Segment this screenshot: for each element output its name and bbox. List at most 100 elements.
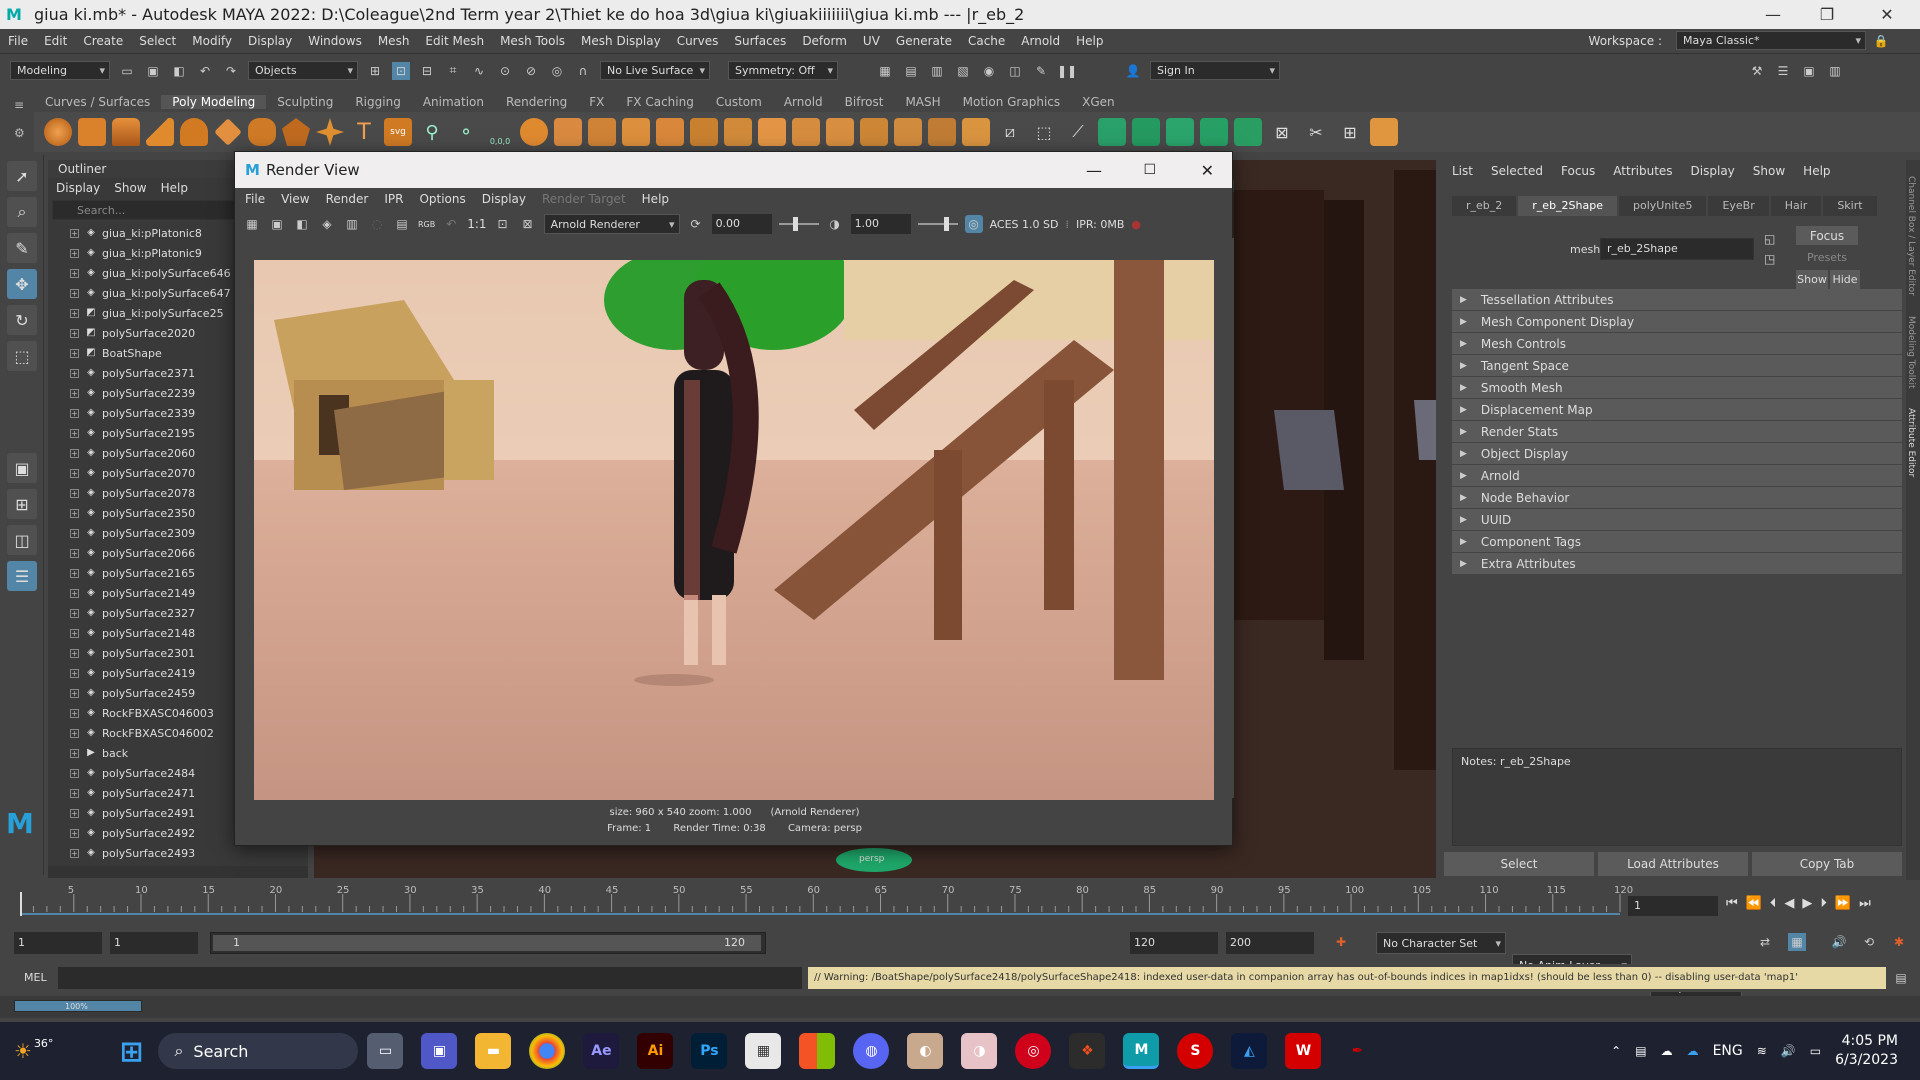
expand-icon[interactable]: +	[70, 488, 79, 498]
rv-menu-help[interactable]: Help	[642, 192, 669, 206]
redo-icon[interactable]: ↷	[222, 62, 240, 80]
render-settings-icon[interactable]: ▧	[954, 62, 972, 80]
menu-mesh-display[interactable]: Mesh Display	[573, 34, 669, 48]
shelf-tab-fx-caching[interactable]: FX Caching	[615, 95, 704, 109]
notes-area[interactable]: Notes: r_eb_2Shape	[1452, 748, 1902, 846]
tray-app-icon[interactable]: ▤	[1635, 1044, 1646, 1058]
attr-tab-r-eb-2shape[interactable]: r_eb_2Shape	[1518, 196, 1617, 216]
attr-section[interactable]: ▶ Mesh Controls	[1452, 333, 1902, 354]
uv-layout-icon[interactable]	[1234, 118, 1262, 146]
combine-icon[interactable]	[520, 118, 548, 146]
hide-button[interactable]: Hide	[1830, 270, 1860, 289]
file-explorer-icon[interactable]: ▬	[475, 1033, 512, 1069]
modeling-toolkit-icon[interactable]: ⚒	[1748, 62, 1766, 80]
live-surface-field[interactable]: No Live Surface	[600, 61, 710, 80]
expand-icon[interactable]: +	[70, 428, 79, 438]
menu-display[interactable]: Display	[240, 34, 300, 48]
render-frame-icon[interactable]: ▦	[876, 62, 894, 80]
teams-icon[interactable]: ▣	[421, 1033, 458, 1069]
new-scene-icon[interactable]: ▭	[118, 62, 136, 80]
expand-icon[interactable]: +	[70, 288, 79, 298]
pdf-icon[interactable]: ✒	[1339, 1033, 1375, 1069]
attr-tab-r-eb-2[interactable]: r_eb_2	[1452, 196, 1517, 216]
play-back-icon[interactable]: ◀	[1784, 896, 1794, 911]
undo-icon[interactable]: ↶	[196, 62, 214, 80]
expand-icon[interactable]: +	[70, 828, 79, 838]
poly-torus-icon[interactable]	[180, 118, 208, 146]
boolean-icon[interactable]	[622, 118, 650, 146]
attr-menu-focus[interactable]: Focus	[1561, 164, 1595, 178]
shelf-tab-poly-modeling[interactable]: Poly Modeling	[161, 95, 267, 109]
minimize-icon[interactable]: —	[1746, 0, 1800, 29]
rotate-tool-icon[interactable]: ↻	[7, 305, 37, 335]
side-tab-attribute-editor[interactable]: Attribute Editor	[1906, 408, 1916, 477]
render-view-icon[interactable]: ▤	[902, 62, 920, 80]
restore-icon[interactable]: ❐	[1800, 0, 1854, 29]
snap-surface-icon[interactable]: ◎	[548, 62, 566, 80]
select-button[interactable]: Select	[1444, 852, 1594, 876]
mel-label[interactable]: MEL	[24, 971, 47, 984]
attr-section[interactable]: ▶ Smooth Mesh	[1452, 377, 1902, 398]
expand-icon[interactable]: +	[70, 528, 79, 538]
rv-menu-file[interactable]: File	[245, 192, 265, 206]
arnold-render-icon[interactable]: ◫	[1006, 62, 1024, 80]
expand-icon[interactable]: +	[70, 648, 79, 658]
wps-icon[interactable]: W	[1285, 1033, 1322, 1069]
chrome-icon[interactable]	[529, 1033, 566, 1069]
attr-section[interactable]: ▶ Extra Attributes	[1452, 553, 1902, 574]
extrude-icon[interactable]	[758, 118, 786, 146]
rv-exposure-icon[interactable]: ⟳	[687, 215, 705, 233]
expand-icon[interactable]: +	[70, 408, 79, 418]
rv-menu-render[interactable]: Render	[326, 192, 369, 206]
tool-settings-icon[interactable]: ▥	[1826, 62, 1844, 80]
menu-curves[interactable]: Curves	[669, 34, 727, 48]
menu-windows[interactable]: Windows	[300, 34, 370, 48]
weather-temp[interactable]: 36°	[34, 1037, 54, 1050]
target-weld-icon[interactable]	[962, 118, 990, 146]
shelf-tab-bifrost[interactable]: Bifrost	[834, 95, 895, 109]
attr-section[interactable]: ▶ Tangent Space	[1452, 355, 1902, 376]
pause-icon[interactable]: ❚❚	[1057, 62, 1077, 80]
range-slider[interactable]: 1 120	[210, 932, 766, 954]
rv-render-region-icon[interactable]: ▣	[268, 215, 286, 233]
poly-svg-icon[interactable]: svg	[384, 118, 412, 146]
battery-icon[interactable]: ▭	[1810, 1044, 1821, 1058]
outliner-scrollbar[interactable]	[48, 866, 308, 878]
outliner-item[interactable]: + ◈ polySurface2493	[48, 843, 308, 863]
poly-cube-icon[interactable]	[78, 118, 106, 146]
maya-taskbar-icon[interactable]: M	[1123, 1033, 1160, 1069]
office-icon[interactable]: ▦	[745, 1033, 782, 1069]
snap-grid-icon[interactable]: ⌗	[444, 62, 462, 80]
smooth-mesh-icon[interactable]	[690, 118, 718, 146]
expand-icon[interactable]: +	[70, 788, 79, 798]
attr-section[interactable]: ▶ Displacement Map	[1452, 399, 1902, 420]
shelf-settings-icon[interactable]: ⚙	[14, 126, 34, 140]
smooth-icon[interactable]: ⚬	[452, 118, 480, 146]
shelf-tab-custom[interactable]: Custom	[705, 95, 773, 109]
attr-section[interactable]: ▶ Object Display	[1452, 443, 1902, 464]
snap-point-icon[interactable]: ⊙	[496, 62, 514, 80]
expand-icon[interactable]: +	[70, 248, 79, 258]
two-view-icon[interactable]: ◫	[7, 525, 37, 555]
uv-grid-icon[interactable]: ⊞	[1336, 118, 1364, 146]
go-end-icon[interactable]: ⏭	[1859, 896, 1871, 911]
store-icon[interactable]	[799, 1033, 836, 1069]
magnet-icon[interactable]: ∩	[574, 62, 592, 80]
arnold-ipr-icon[interactable]: ✎	[1032, 62, 1050, 80]
expand-icon[interactable]: +	[70, 848, 79, 858]
attr-menu-show[interactable]: Show	[1753, 164, 1785, 178]
shelf-tab-fx[interactable]: FX	[578, 95, 615, 109]
symmetry-dropdown[interactable]: Symmetry: Off	[728, 61, 838, 80]
uv-cut-icon[interactable]: ✂	[1302, 118, 1330, 146]
poly-plane-icon[interactable]	[214, 118, 242, 146]
rv-snapshot-icon[interactable]: ◧	[293, 215, 311, 233]
poly-platonic-icon[interactable]	[282, 118, 310, 146]
expand-icon[interactable]: +	[70, 568, 79, 578]
attr-section[interactable]: ▶ Tessellation Attributes	[1452, 289, 1902, 310]
reduce-icon[interactable]	[724, 118, 752, 146]
lasso-tool-icon[interactable]: ⌕	[7, 197, 37, 227]
attr-menu-attributes[interactable]: Attributes	[1613, 164, 1672, 178]
expand-icon[interactable]: +	[70, 728, 79, 738]
tray-chevron-icon[interactable]: ⌃	[1611, 1044, 1621, 1058]
save-scene-icon[interactable]: ◧	[170, 62, 188, 80]
